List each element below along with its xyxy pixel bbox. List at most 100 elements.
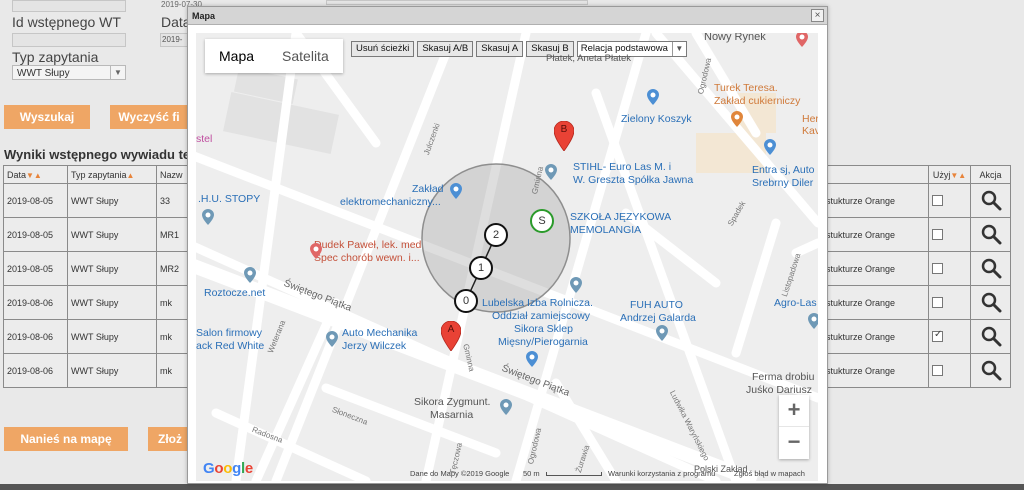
search-icon[interactable] xyxy=(980,291,1002,313)
use-checkbox[interactable] xyxy=(932,365,943,377)
use-checkbox[interactable] xyxy=(932,297,943,309)
column-header-name[interactable]: Nazw xyxy=(156,165,189,184)
table-row[interactable]: 2019-08-06 WWT Słupy mk xyxy=(3,319,189,354)
results-table: Data▼▲ Typ zapytania▲ Nazw 2019-08-05 WWT… xyxy=(3,165,189,388)
table-row[interactable]: 2019-08-06 WWT Słupy mk xyxy=(3,353,189,388)
chevron-down-icon: ▼ xyxy=(110,66,125,79)
table-cell: stukturze Orange xyxy=(822,319,929,354)
column-header-type[interactable]: Typ zapytania▲ xyxy=(67,165,157,184)
table-row[interactable]: 2019-08-06 WWT Słupy mk xyxy=(3,285,189,320)
table-cell: 2019-08-05 xyxy=(3,183,68,218)
use-checkbox[interactable] xyxy=(932,229,943,241)
results-table-right: Użyj▼▲ Akcja stukturze Orange stukturze O… xyxy=(822,165,1011,388)
place-label: Roztocze.net xyxy=(204,287,266,299)
path-point-label: 1 xyxy=(477,262,485,274)
table-row[interactable]: stukturze Orange xyxy=(822,217,1011,252)
action-cell xyxy=(970,183,1011,218)
table-row[interactable]: 2019-08-05 WWT Słupy 33 xyxy=(3,183,189,218)
zoom-in-button[interactable]: + xyxy=(779,395,809,427)
use-cell xyxy=(928,251,971,286)
map-type-map[interactable]: Mapa xyxy=(205,39,268,73)
query-type-select[interactable]: WWT Słupy ▼ xyxy=(12,65,126,80)
draw-on-map-button[interactable]: Nanieś na mapę xyxy=(4,427,128,451)
column-header-date[interactable]: Data▼▲ xyxy=(3,165,68,184)
place-pin-icon xyxy=(808,313,818,329)
place-label: Nowy Rynek xyxy=(704,33,766,43)
clear-paths-button[interactable]: Usuń ścieżki xyxy=(351,41,415,57)
search-icon[interactable] xyxy=(980,325,1002,347)
table-row[interactable]: 2019-08-05 WWT Słupy MR1 xyxy=(3,217,189,252)
table-row[interactable]: stukturze Orange xyxy=(822,319,1011,354)
date-value-2: 2019- xyxy=(162,35,183,44)
search-icon[interactable] xyxy=(980,359,1002,381)
table-row[interactable]: stukturze Orange xyxy=(822,251,1011,286)
table-row[interactable]: stukturze Orange xyxy=(822,183,1011,218)
use-checkbox[interactable] xyxy=(932,195,943,207)
table-cell: 2019-08-06 xyxy=(3,319,68,354)
search-icon[interactable] xyxy=(980,223,1002,245)
column-header-action: Akcja xyxy=(970,165,1011,184)
clear-filters-button[interactable]: Wyczyść fi xyxy=(110,105,188,129)
id-input[interactable] xyxy=(12,33,126,47)
path-point-label: 2 xyxy=(492,229,500,241)
search-button[interactable]: Wyszukaj xyxy=(4,105,90,129)
place-pin-icon xyxy=(244,267,256,283)
search-icon[interactable] xyxy=(980,189,1002,211)
search-icon[interactable] xyxy=(980,257,1002,279)
place-label: Masarnia xyxy=(430,409,474,421)
map-report-link[interactable]: Zgłoś błąd w mapach xyxy=(734,469,805,478)
use-cell xyxy=(928,353,971,388)
path-point-1[interactable]: 1 xyxy=(469,256,493,280)
marker-a[interactable]: A xyxy=(441,321,461,351)
top-field-left[interactable] xyxy=(12,0,126,12)
map-scale-label: 50 m xyxy=(523,469,540,478)
map-canvas[interactable]: Mapa Satelita Usuń ścieżki Skasuj A/B Sk… xyxy=(196,33,818,481)
place-label: Oddział zamiejscowy xyxy=(492,310,591,322)
place-label: Dudek Paweł, lek. med xyxy=(314,239,422,251)
place-pin-icon xyxy=(764,139,776,155)
place-label: Spec chorób wewn. i... xyxy=(314,252,420,264)
clear-ab-button[interactable]: Skasuj A/B xyxy=(417,41,474,57)
place-label: W. Greszta Spółka Jawna xyxy=(573,174,694,186)
table-cell: WWT Słupy xyxy=(67,251,157,286)
place-pin-icon xyxy=(326,331,338,347)
use-cell xyxy=(928,319,971,354)
zoom-control: + − xyxy=(779,395,809,459)
table-cell: 2019-08-06 xyxy=(3,285,68,320)
table-header-row: Data▼▲ Typ zapytania▲ Nazw xyxy=(3,165,189,184)
place-pin-icon xyxy=(500,399,512,415)
table-header-row: Użyj▼▲ Akcja xyxy=(822,165,1011,184)
column-header-use[interactable]: Użyj▼▲ xyxy=(928,165,971,184)
use-checkbox[interactable] xyxy=(932,263,943,275)
path-point-2[interactable]: 2 xyxy=(484,223,508,247)
action-cell xyxy=(970,353,1011,388)
table-cell: mk xyxy=(156,285,189,320)
place-label: MEMOLANGIA xyxy=(570,224,642,236)
close-icon: × xyxy=(814,10,821,21)
path-point-label: 0 xyxy=(462,295,470,307)
table-cell: 2019-08-05 xyxy=(3,251,68,286)
table-cell: 2019-08-06 xyxy=(3,353,68,388)
map-terms-link[interactable]: Warunki korzystania z programu xyxy=(608,469,715,478)
close-button[interactable]: × xyxy=(811,9,824,22)
clear-a-button[interactable]: Skasuj A xyxy=(476,41,524,57)
marker-s[interactable]: S xyxy=(530,209,554,233)
top-field-mid[interactable] xyxy=(326,0,588,5)
marker-b[interactable]: B xyxy=(554,121,574,151)
map-type-satellite[interactable]: Satelita xyxy=(268,39,343,73)
table-row[interactable]: 2019-08-05 WWT Słupy MR2 xyxy=(3,251,189,286)
use-checkbox[interactable] xyxy=(932,329,943,343)
table-row[interactable]: stukturze Orange xyxy=(822,353,1011,388)
chevron-down-icon: ▼ xyxy=(671,42,686,56)
place-label: Agro-Las xyxy=(774,297,817,309)
place-label: ack Red White xyxy=(196,340,265,352)
marker-a-label: A xyxy=(447,324,455,335)
map-attribution: Dane do Mapy ©2019 Google xyxy=(410,469,510,478)
table-cell: 33 xyxy=(156,183,189,218)
table-row[interactable]: stukturze Orange xyxy=(822,285,1011,320)
table-cell: WWT Słupy xyxy=(67,183,157,218)
zoom-out-button[interactable]: − xyxy=(779,427,809,459)
submit-button[interactable]: Złoż xyxy=(148,427,188,451)
food-pin-icon xyxy=(731,111,743,127)
path-point-0[interactable]: 0 xyxy=(454,289,478,313)
